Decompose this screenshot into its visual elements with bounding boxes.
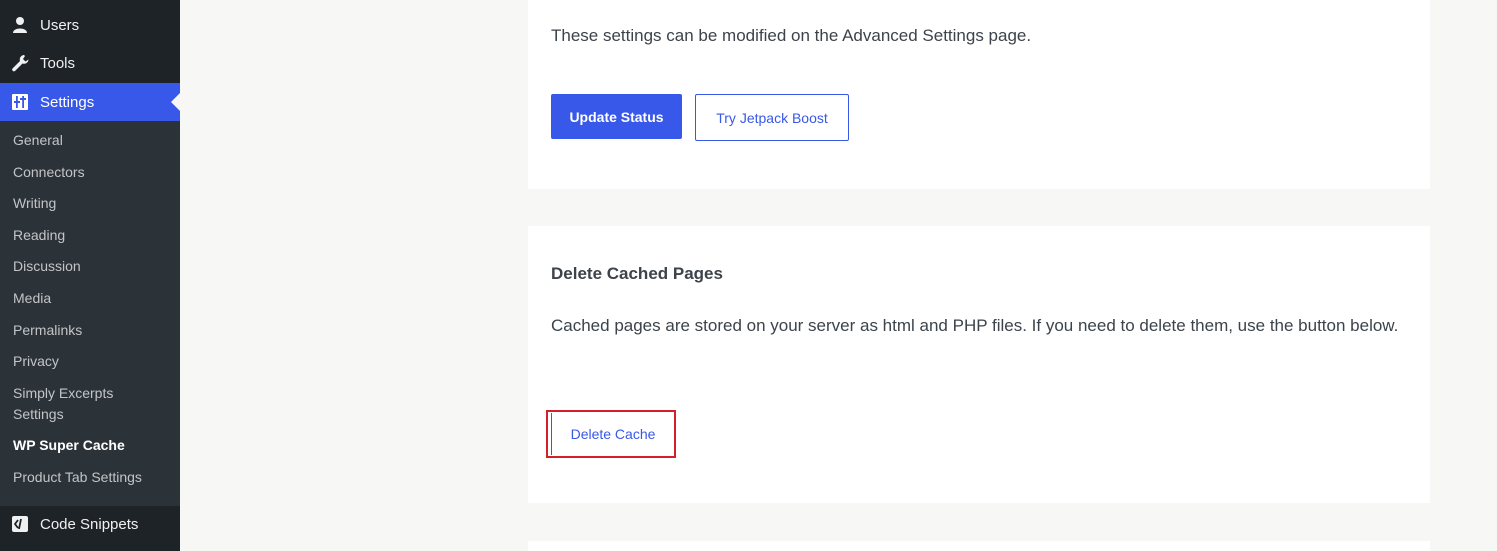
submenu-item-connectors[interactable]: Connectors [0, 162, 180, 183]
delete-cache-button[interactable]: Delete Cache [551, 413, 674, 455]
sidebar-item-label: Code Snippets [40, 515, 139, 533]
settings-icon [0, 92, 40, 112]
delete-cache-card: Delete Cached Pages Cached pages are sto… [528, 226, 1430, 503]
sidebar-item-label: Settings [40, 93, 95, 111]
sidebar-item-tools[interactable]: Tools [0, 44, 180, 82]
submenu-item-simply-excerpts[interactable]: Simply Excerpts Settings [0, 383, 130, 425]
sidebar-item-label: Tools [40, 54, 76, 72]
submenu-item-media[interactable]: Media [0, 288, 180, 309]
sidebar-item-settings[interactable]: Settings [0, 83, 180, 121]
sidebar-item-users[interactable]: Users [0, 6, 180, 44]
try-jetpack-boost-button[interactable]: Try Jetpack Boost [695, 94, 849, 141]
update-status-button[interactable]: Update Status [551, 94, 682, 139]
submenu-item-discussion[interactable]: Discussion [0, 256, 180, 277]
admin-sidebar: Users Tools Settings General Connectors … [0, 0, 180, 551]
submenu-item-writing[interactable]: Writing [0, 193, 180, 214]
sidebar-item-label: Users [40, 16, 80, 34]
submenu-item-privacy[interactable]: Privacy [0, 351, 180, 372]
submenu-item-general[interactable]: General [0, 130, 180, 151]
submenu-item-product-tab-settings[interactable]: Product Tab Settings [0, 467, 180, 488]
code-snippets-icon [0, 514, 40, 534]
submenu-item-wp-super-cache[interactable]: WP Super Cache [0, 435, 180, 456]
highlight-box: Delete Cache [546, 410, 676, 458]
settings-submenu: General Connectors Writing Reading Discu… [0, 121, 180, 506]
users-icon [0, 15, 40, 35]
sidebar-item-code-snippets[interactable]: Code Snippets [0, 505, 180, 543]
delete-cache-heading: Delete Cached Pages [551, 264, 723, 283]
submenu-item-reading[interactable]: Reading [0, 225, 180, 246]
submenu-item-permalinks[interactable]: Permalinks [0, 320, 180, 341]
status-description: These settings can be modified on the Ad… [551, 26, 1032, 45]
cache-status-card: These settings can be modified on the Ad… [528, 0, 1430, 189]
next-card [528, 541, 1430, 551]
wrench-icon [0, 53, 40, 73]
delete-cache-description: Cached pages are stored on your server a… [551, 316, 1399, 335]
current-menu-arrow [171, 93, 180, 111]
